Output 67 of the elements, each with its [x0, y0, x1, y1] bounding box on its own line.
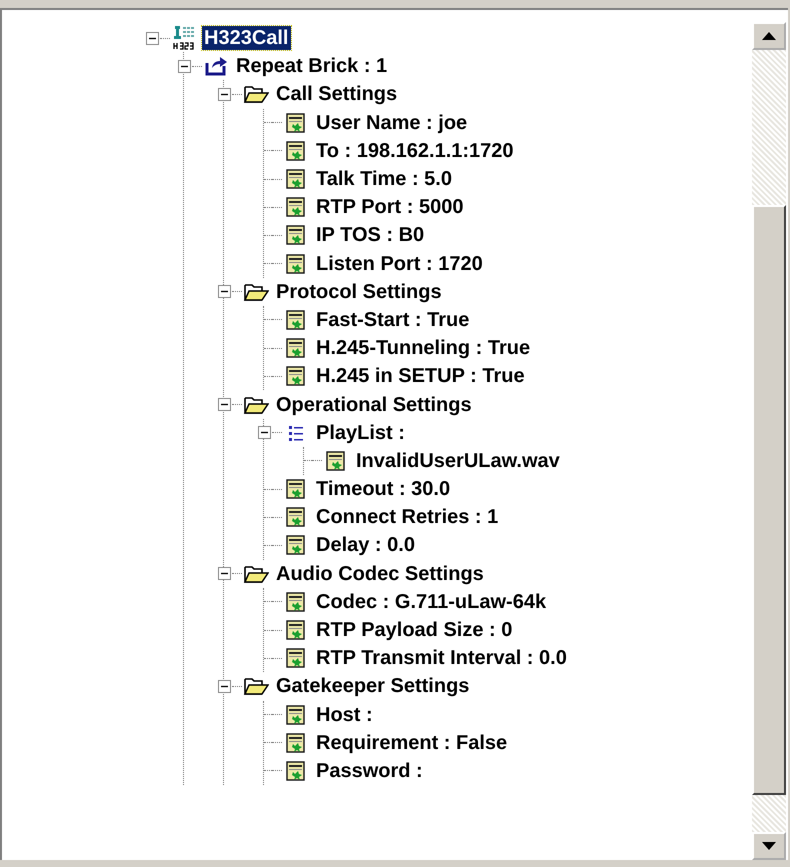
open-folder-icon — [243, 84, 269, 104]
collapse-icon[interactable] — [218, 567, 230, 580]
collapse-icon[interactable] — [218, 88, 230, 101]
down-arrow-icon — [762, 842, 776, 850]
parameter-icon — [286, 479, 306, 500]
tree-item[interactable]: Protocol Settings — [274, 280, 444, 304]
parameter-icon — [286, 225, 306, 246]
open-folder-icon — [243, 564, 269, 584]
parameter-icon — [286, 310, 306, 330]
open-folder-icon — [243, 394, 269, 415]
tree-item[interactable]: Listen Port : 1720 — [314, 252, 485, 276]
tree-item[interactable]: To : 198.162.1.1:1720 — [314, 138, 516, 163]
tree-item[interactable]: Codec : G.711-uLaw-64k — [314, 590, 548, 614]
tree-item[interactable]: Gatekeeper Settings — [274, 674, 472, 698]
tree-item[interactable]: Host : — [314, 702, 375, 727]
parameter-icon — [286, 112, 306, 133]
collapse-icon[interactable] — [258, 426, 270, 440]
parameter-icon — [286, 338, 306, 358]
tree-item[interactable]: H323Call — [202, 26, 290, 50]
tree-item[interactable]: Fast-Start : True — [314, 308, 472, 332]
parameter-icon — [286, 535, 306, 556]
collapse-icon[interactable] — [178, 60, 190, 73]
phone-icon — [172, 25, 196, 52]
collapse-icon[interactable] — [218, 398, 230, 412]
parameter-icon — [286, 592, 306, 612]
parameter-icon — [286, 366, 306, 386]
collapse-icon[interactable] — [218, 285, 230, 298]
tree-item[interactable]: Audio Codec Settings — [274, 562, 486, 586]
scroll-up-button[interactable] — [752, 22, 786, 50]
tree-item[interactable]: Connect Retries : 1 — [314, 505, 500, 530]
tree-item[interactable]: User Name : joe — [314, 110, 470, 135]
tree-item[interactable]: H.245-Tunneling : True — [314, 336, 532, 360]
parameter-icon — [286, 169, 306, 190]
tree-item[interactable]: Operational Settings — [274, 392, 474, 417]
parameter-icon — [326, 450, 346, 471]
parameter-icon — [286, 197, 306, 218]
up-arrow-icon — [762, 32, 776, 40]
parameter-icon — [286, 254, 306, 274]
parameter-icon — [286, 507, 306, 528]
tree-item[interactable]: Talk Time : 5.0 — [314, 167, 454, 192]
parameter-icon — [286, 140, 306, 161]
parameter-icon — [286, 704, 306, 725]
tree-item[interactable]: PlayList : — [314, 420, 407, 445]
tree-item[interactable]: RTP Port : 5000 — [314, 195, 466, 220]
tree-item[interactable]: H.245 in SETUP : True — [314, 364, 527, 388]
parameter-icon — [286, 648, 306, 668]
collapse-icon[interactable] — [218, 680, 230, 693]
open-folder-icon — [243, 282, 269, 302]
scrollbar[interactable] — [752, 22, 786, 860]
tree-item[interactable]: Delay : 0.0 — [314, 533, 417, 558]
parameter-icon — [286, 620, 306, 640]
repeat-icon — [204, 56, 228, 76]
tree-item[interactable]: Requirement : False — [314, 730, 510, 755]
tree-item[interactable]: Repeat Brick : 1 — [234, 54, 390, 78]
tree-item[interactable]: RTP Payload Size : 0 — [314, 618, 514, 642]
parameter-icon — [286, 732, 306, 753]
tree-item[interactable]: RTP Transmit Interval : 0.0 — [314, 646, 569, 670]
tree-item[interactable]: InvalidUserULaw.wav — [354, 448, 562, 473]
open-folder-icon — [243, 676, 269, 696]
parameter-icon — [286, 760, 306, 781]
tree-item[interactable]: Call Settings — [274, 82, 400, 106]
scroll-thumb[interactable] — [752, 205, 786, 795]
tree-item[interactable]: Password : — [314, 758, 425, 783]
tree-item[interactable]: IP TOS : B0 — [314, 223, 426, 248]
tree-item[interactable]: Timeout : 30.0 — [314, 477, 452, 502]
scroll-down-button[interactable] — [752, 832, 786, 860]
collapse-icon[interactable] — [146, 32, 158, 45]
